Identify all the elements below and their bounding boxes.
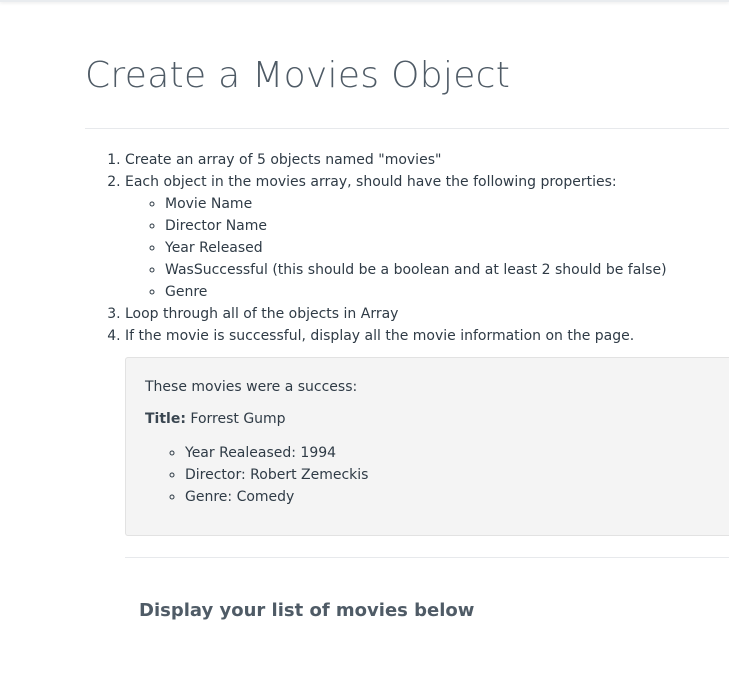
instructions-list: Create an array of 5 objects named "movi… bbox=[85, 149, 725, 347]
section-heading: Display your list of movies below bbox=[139, 600, 475, 621]
movie-title-value: Forrest Gump bbox=[190, 411, 286, 427]
output-intro: These movies were a success: bbox=[145, 379, 358, 395]
movie-title-label: Title: bbox=[145, 411, 186, 427]
list-item: If the movie is successful, display all … bbox=[125, 325, 725, 347]
page-title: Create a Movies Object bbox=[85, 55, 511, 96]
property-item: Year Released bbox=[165, 237, 725, 259]
property-item: Movie Name bbox=[165, 193, 725, 215]
movie-detail: Director: Robert Zemeckis bbox=[185, 464, 368, 486]
title-divider bbox=[85, 128, 729, 129]
property-item: WasSuccessful (this should be a boolean … bbox=[165, 259, 725, 281]
top-bar bbox=[0, 0, 729, 2]
list-item: Each object in the movies array, should … bbox=[125, 171, 725, 303]
section-divider bbox=[125, 557, 729, 558]
list-item: Loop through all of the objects in Array bbox=[125, 303, 725, 325]
list-item: Create an array of 5 objects named "movi… bbox=[125, 149, 725, 171]
movie-title: Title: Forrest Gump bbox=[145, 411, 286, 427]
property-item: Director Name bbox=[165, 215, 725, 237]
property-item: Genre bbox=[165, 281, 725, 303]
movie-detail: Genre: Comedy bbox=[185, 486, 368, 508]
properties-list: Movie Name Director Name Year Released W… bbox=[125, 193, 725, 303]
movie-details-list: Year Realeased: 1994 Director: Robert Ze… bbox=[145, 442, 368, 508]
output-box: These movies were a success: Title: Forr… bbox=[125, 357, 729, 536]
movie-detail: Year Realeased: 1994 bbox=[185, 442, 368, 464]
step-text: Each object in the movies array, should … bbox=[125, 174, 617, 190]
